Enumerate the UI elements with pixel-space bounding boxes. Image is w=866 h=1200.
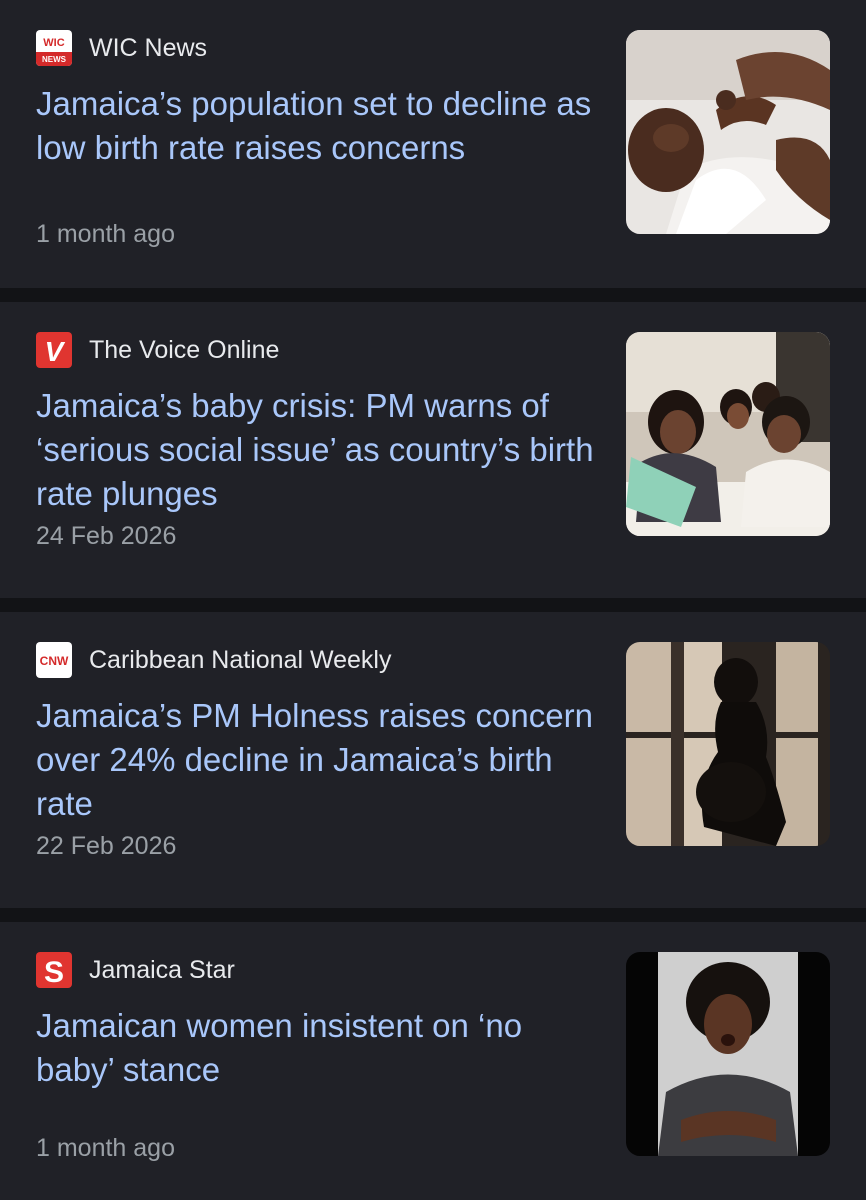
thumbnail-image[interactable] [626, 642, 830, 846]
headline-link[interactable]: Jamaica’s baby crisis: PM warns of ‘seri… [36, 384, 596, 516]
svg-text:CNW: CNW [40, 654, 69, 668]
svg-text:V: V [45, 336, 66, 367]
source-row: V The Voice Online [36, 332, 279, 368]
wic-news-logo-icon: WIC NEWS [36, 30, 72, 66]
news-card[interactable]: S Jamaica Star Jamaican women insistent … [0, 922, 866, 1200]
thumbnail-image[interactable] [626, 30, 830, 234]
news-card[interactable]: V The Voice Online Jamaica’s baby crisis… [0, 302, 866, 598]
news-card[interactable]: CNW Caribbean National Weekly Jamaica’s … [0, 612, 866, 908]
source-name: Jamaica Star [89, 956, 235, 984]
svg-text:NEWS: NEWS [42, 55, 67, 64]
news-card[interactable]: WIC NEWS WIC News Jamaica’s population s… [0, 0, 866, 288]
news-feed: WIC NEWS WIC News Jamaica’s population s… [0, 0, 866, 1200]
svg-text:S: S [44, 956, 64, 988]
timestamp: 1 month ago [36, 1134, 175, 1162]
headline-link[interactable]: Jamaican women insistent on ‘no baby’ st… [36, 1004, 596, 1092]
svg-text:WIC: WIC [43, 37, 64, 49]
source-name: The Voice Online [89, 336, 280, 364]
jamaica-star-logo-icon: S [36, 952, 72, 988]
timestamp: 24 Feb 2026 [36, 522, 177, 550]
headline-link[interactable]: Jamaica’s PM Holness raises concern over… [36, 694, 596, 826]
source-row: CNW Caribbean National Weekly [36, 642, 391, 678]
source-name: WIC News [89, 34, 208, 62]
timestamp: 1 month ago [36, 220, 175, 248]
thumbnail-image[interactable] [626, 332, 830, 536]
source-row: S Jamaica Star [36, 952, 235, 988]
headline-link[interactable]: Jamaica’s population set to decline as l… [36, 82, 596, 170]
voice-online-logo-icon: V [36, 332, 72, 368]
source-row: WIC NEWS WIC News [36, 30, 207, 66]
timestamp: 22 Feb 2026 [36, 832, 177, 860]
cnw-logo-icon: CNW [36, 642, 72, 678]
source-name: Caribbean National Weekly [89, 646, 392, 674]
thumbnail-image[interactable] [626, 952, 830, 1156]
